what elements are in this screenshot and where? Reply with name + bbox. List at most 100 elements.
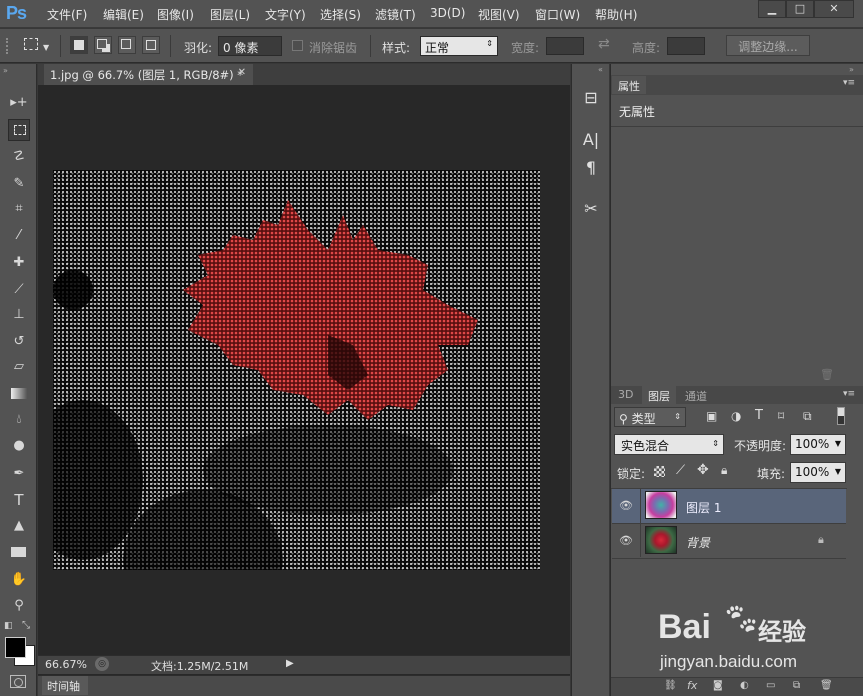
tab-layers[interactable]: 图层 [642,386,676,404]
blur-tool-icon[interactable]: 💧︎ [8,409,30,431]
filter-adjustment-icon[interactable]: ◑ [731,409,741,423]
doc-info[interactable]: 文档:1.25M/2.51M [151,658,248,674]
trash-icon[interactable]: 🗑︎ [820,680,833,691]
filter-type-icon[interactable]: T [755,408,763,423]
menu-type[interactable]: 文字(Y) [265,6,306,23]
close-tab-icon[interactable]: ✕ [238,67,246,78]
type-tool-icon[interactable]: T [8,489,30,511]
panel-menu-icon[interactable]: ▾≡ [843,389,855,399]
updown-icon: ⇕ [712,439,719,448]
folder-icon[interactable]: ▭ [766,680,775,691]
menu-layer[interactable]: 图层(L) [210,6,250,23]
visibility-eye-icon[interactable]: 👁︎ [619,499,633,512]
adjustment-icon[interactable]: ◐ [740,680,749,691]
lock-transparent-icon[interactable] [654,466,665,477]
filter-toggle[interactable] [837,407,845,425]
quick-mask-icon[interactable] [10,675,26,688]
filter-smart-object-icon[interactable]: ⧉ [803,409,812,424]
quick-select-tool-icon[interactable]: ✎ [8,173,30,195]
style-select[interactable]: 正常 ⇕ [420,36,498,56]
chevron-down-icon[interactable]: ▼ [43,43,49,52]
marquee-preset-icon[interactable] [24,38,38,50]
menu-select[interactable]: 选择(S) [320,6,361,23]
zoom-level[interactable]: 66.67% [45,658,87,671]
link-icon[interactable]: ⛓ [664,680,677,691]
menu-help[interactable]: 帮助(H) [595,6,637,23]
new-selection-icon[interactable] [70,36,88,54]
history-panel-icon[interactable]: ⊟ [579,86,603,110]
healing-brush-tool-icon[interactable]: ✚ [8,252,30,274]
tool-presets-icon[interactable]: ✂ [579,197,603,221]
character-panel-icon[interactable]: A| [579,128,603,152]
close-icon[interactable]: ✕ [814,0,854,18]
zoom-tool-icon[interactable]: ⚲ [8,595,30,617]
stamp-tool-icon[interactable]: ⊥ [8,304,30,326]
path-select-tool-icon[interactable]: ▲ [8,515,30,537]
brush-tool-icon[interactable]: ⟋ [8,279,30,301]
eyedropper-tool-icon[interactable]: ⁄ [8,225,30,247]
lock-all-icon[interactable]: 🔒︎ [721,463,727,478]
menu-image[interactable]: 图像(I) [157,6,194,23]
lasso-tool-icon[interactable]: ☡ [8,146,30,168]
collapse-icon[interactable]: « [598,65,603,74]
crop-tool-icon[interactable]: ⌗ [8,198,30,220]
opacity-input[interactable]: 100% ▼ [790,434,846,455]
eraser-tool-icon[interactable]: ▱ [8,356,30,378]
collapse-icon[interactable]: » [3,66,8,75]
tab-3d[interactable]: 3D [612,386,639,404]
layer-name[interactable]: 图层 1 [686,499,721,516]
foreground-color-swatch[interactable] [5,637,26,658]
move-tool-icon[interactable]: ▸+ [8,92,30,114]
intersect-selection-icon[interactable] [142,36,160,54]
swap-colors-icon[interactable]: ⤡ [22,620,30,631]
menu-filter[interactable]: 滤镜(T) [375,6,416,23]
document-tab[interactable]: 1.jpg @ 66.7% (图层 1, RGB/8#) * ✕ [44,64,253,85]
canvas-image[interactable] [53,170,540,570]
width-input[interactable] [546,37,584,55]
new-layer-icon[interactable]: ⧉ [793,680,800,691]
tab-channels[interactable]: 通道 [679,386,713,404]
add-selection-icon[interactable] [94,36,112,54]
blend-mode-select[interactable]: 实色混合 ⇕ [614,434,724,455]
default-colors-icon[interactable]: ◧ [4,621,13,631]
play-icon[interactable]: ▶ [286,658,294,669]
antialias-checkbox[interactable] [292,40,303,51]
filter-pixel-icon[interactable]: ▣ [706,409,717,423]
visibility-eye-icon[interactable]: 👁︎ [619,534,633,547]
lock-position-icon[interactable]: ✥ [697,462,709,478]
menu-3d[interactable]: 3D(D) [430,6,465,20]
lock-pixels-icon[interactable]: ⟋ [676,463,685,478]
mask-icon[interactable]: ◙ [713,680,723,691]
fx-icon[interactable]: fx [687,679,697,692]
history-brush-tool-icon[interactable]: ↺ [8,331,30,353]
rectangle-tool-icon[interactable] [8,541,30,563]
fill-input[interactable]: 100% ▼ [790,462,846,483]
menu-edit[interactable]: 编辑(E) [103,6,144,23]
pen-tool-icon[interactable]: ✒ [8,463,30,485]
hand-tool-icon[interactable]: ✋ [8,569,30,591]
menu-view[interactable]: 视图(V) [478,6,520,23]
dodge-tool-icon[interactable]: ● [8,435,30,457]
layer-name[interactable]: 背景 [686,534,710,551]
maximize-icon[interactable]: □ [786,0,814,18]
refine-edge-button[interactable]: 调整边缘... [726,35,810,56]
layer-filter-select[interactable]: ⚲ 类型 ⇕ [614,407,686,427]
feather-input[interactable]: 0 像素 [218,36,282,56]
swap-icon[interactable]: ⇄ [598,36,610,52]
collapse-icon[interactable]: » [849,65,854,74]
timeline-tab[interactable]: 时间轴 [42,676,88,695]
share-icon[interactable]: ◎ [95,657,109,671]
menu-window[interactable]: 窗口(W) [535,6,580,23]
trash-icon[interactable]: 🗑︎ [820,368,834,381]
panel-menu-icon[interactable]: ▾≡ [843,78,855,88]
height-input[interactable] [667,37,705,55]
divider [612,558,846,559]
gradient-tool-icon[interactable] [8,383,30,405]
marquee-tool-icon[interactable] [8,119,30,141]
minimize-icon[interactable]: ▁ [758,0,786,18]
menu-file[interactable]: 文件(F) [47,6,87,23]
subtract-selection-icon[interactable] [118,36,136,54]
tab-properties[interactable]: 属性 [612,76,646,94]
filter-shape-icon[interactable]: ⌑ [778,409,784,423]
paragraph-panel-icon[interactable]: ¶ [579,156,603,180]
